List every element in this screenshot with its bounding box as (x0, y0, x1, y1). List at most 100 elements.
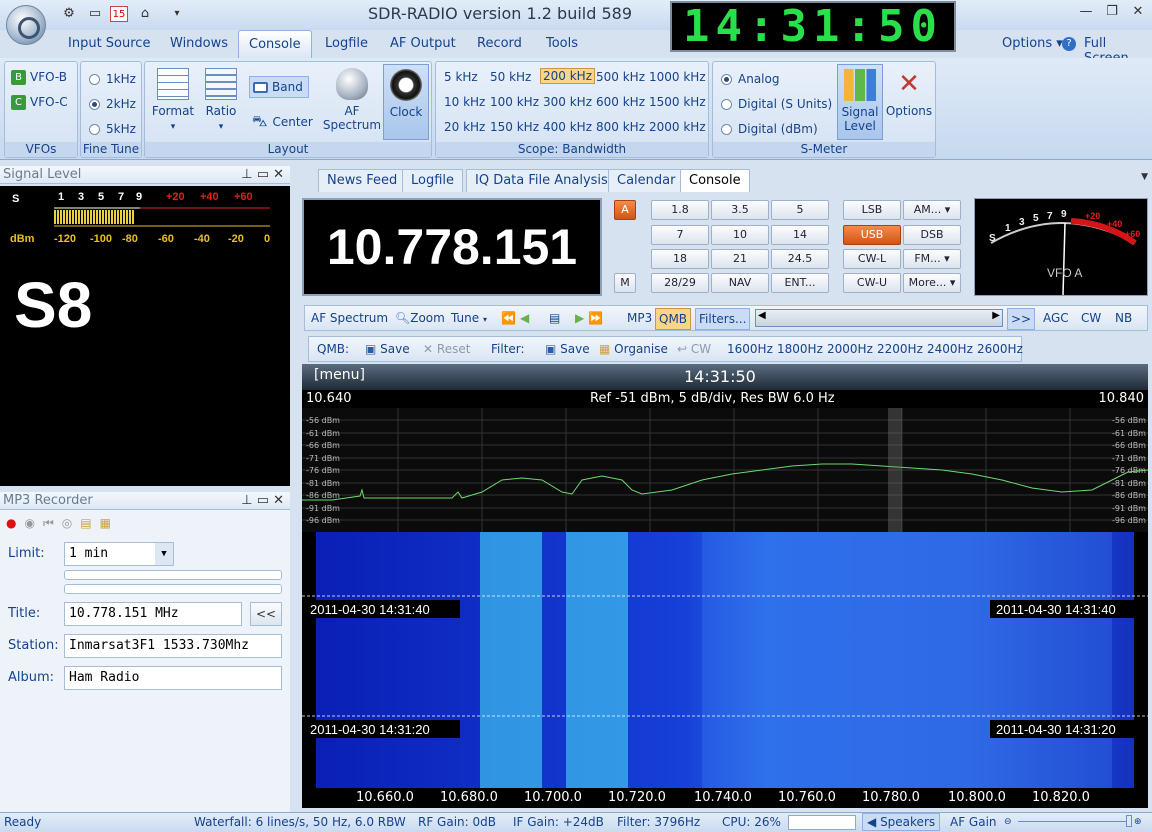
band-1-8[interactable]: 1.8 (651, 200, 709, 220)
af-gain-slider[interactable]: ⊖ ⊕ (1004, 815, 1144, 827)
filter-2400[interactable]: 2400Hz (927, 342, 973, 356)
tab-logfile[interactable]: Logfile (402, 169, 464, 192)
bw-20khz[interactable]: 20 kHz (444, 120, 485, 134)
bw-500khz[interactable]: 500 kHz (596, 70, 645, 84)
customize-toolbar-icon[interactable]: ▾ (168, 6, 186, 22)
list-icon[interactable]: ▤ (549, 311, 560, 325)
nav-forward-icons[interactable]: ▶⏩ (575, 311, 607, 325)
vfo-c-button[interactable]: C VFO-C (11, 95, 68, 110)
tab-news-feed[interactable]: News Feed (318, 169, 407, 192)
band-10[interactable]: 10 (711, 225, 769, 245)
qmb-reset-button[interactable]: ✕ Reset (423, 342, 470, 356)
bw-600khz[interactable]: 600 kHz (596, 95, 645, 109)
filters-button[interactable]: Filters... (695, 308, 751, 330)
stop-icon[interactable]: ◉ (24, 516, 42, 530)
filter-1800[interactable]: 1800Hz (777, 342, 823, 356)
menu-af-output[interactable]: AF Output (390, 36, 456, 51)
bw-10khz[interactable]: 10 kHz (444, 95, 485, 109)
record-icon[interactable]: ● (6, 516, 24, 530)
menu-tools[interactable]: Tools (546, 36, 578, 51)
help-icon[interactable]: ? (1062, 37, 1076, 51)
mode-dsb[interactable]: DSB (903, 225, 961, 245)
organise-button[interactable]: ▦ Organise (599, 342, 668, 356)
rewind-icon[interactable]: ⏮ (43, 516, 62, 530)
clock-button[interactable]: Clock (383, 64, 429, 140)
mode-fm[interactable]: FM... ▾ (903, 249, 961, 269)
calendar-icon[interactable]: 15 (110, 6, 128, 22)
bw-1000khz[interactable]: 1000 kHz (649, 70, 706, 84)
minus-icon[interactable]: ⊖ (1004, 817, 1012, 827)
bw-2000khz[interactable]: 2000 kHz (649, 120, 706, 134)
loop-icon[interactable]: ◎ (62, 516, 80, 530)
zoom-button[interactable]: 🔍︎Zoom (395, 311, 445, 325)
smeter-analog[interactable]: Analog (721, 72, 779, 86)
qmb-toggle[interactable]: QMB (655, 308, 692, 330)
nav-back-icons[interactable]: ⏪◀ (501, 311, 533, 325)
signal-level-button[interactable]: Signal Level (837, 64, 883, 140)
menu-record[interactable]: Record (477, 36, 522, 51)
bw-300khz[interactable]: 300 kHz (543, 95, 592, 109)
bw-200khz[interactable]: 200 kHz (540, 68, 595, 84)
bw-400khz[interactable]: 400 kHz (543, 120, 592, 134)
tab-iq-data[interactable]: IQ Data File Analysis (466, 169, 617, 192)
station-field[interactable]: Inmarsat3F1 1533.730Mhz (64, 634, 282, 658)
window-icon[interactable]: ▭ (86, 6, 104, 22)
nb-button[interactable]: NB (1115, 311, 1132, 325)
center-button[interactable]: ⛍ Center (252, 112, 313, 132)
tune-button[interactable]: Tune ▾ (451, 311, 487, 325)
band-18[interactable]: 18 (651, 249, 709, 269)
smeter-digital-dbm[interactable]: Digital (dBm) (721, 122, 818, 136)
bw-5khz[interactable]: 5 kHz (444, 70, 478, 84)
bw-1500khz[interactable]: 1500 kHz (649, 95, 706, 109)
slider-thumb[interactable] (1126, 815, 1132, 827)
mp3-toggle[interactable]: MP3 (627, 311, 652, 325)
minimize-button[interactable]: — (1074, 4, 1098, 22)
bw-50khz[interactable]: 50 kHz (490, 70, 531, 84)
smeter-digital-s[interactable]: Digital (S Units) (721, 97, 832, 111)
close-button[interactable]: ✕ (1126, 4, 1150, 22)
menu-logfile[interactable]: Logfile (325, 36, 368, 51)
band-21[interactable]: 21 (711, 249, 769, 269)
mode-cw-l[interactable]: CW-L (843, 249, 901, 269)
smeter-options-button[interactable]: ✕ Options (885, 68, 933, 118)
restore-button[interactable]: ❐ (1100, 4, 1124, 22)
plus-icon[interactable]: ⊕ (1134, 817, 1142, 827)
more-tools-button[interactable]: >> (1007, 308, 1036, 330)
af-spectrum-button[interactable]: AF Spectrum (321, 68, 383, 132)
bw-150khz[interactable]: 150 kHz (490, 120, 539, 134)
af-spectrum-toggle[interactable]: AF Spectrum (311, 311, 388, 325)
format-button[interactable]: Format ▾ (149, 68, 197, 132)
memory-button[interactable]: M (614, 273, 636, 293)
band-5[interactable]: 5 (771, 200, 829, 220)
band-24-5[interactable]: 24.5 (771, 249, 829, 269)
vfo-b-button[interactable]: B VFO-B (11, 70, 67, 85)
spectrum-waterfall[interactable]: [menu] 14:31:50 10.640 Ref -51 dBm, 5 dB… (302, 364, 1148, 808)
filter-2000[interactable]: 2000Hz (827, 342, 873, 356)
mode-am[interactable]: AM... ▾ (903, 200, 961, 220)
qmb-save-button[interactable]: ▣ Save (365, 342, 410, 356)
vfo-a-button[interactable]: A (614, 200, 636, 220)
band-3-5[interactable]: 3.5 (711, 200, 769, 220)
mode-usb[interactable]: USB (843, 225, 901, 245)
cw-button[interactable]: CW (1081, 311, 1101, 325)
enter-button[interactable]: ENT... (771, 273, 829, 293)
panel-controls[interactable]: ⊥ ▭ ✕ (241, 492, 284, 510)
fine-tune-5khz[interactable]: 5kHz (89, 122, 136, 136)
mode-more[interactable]: More... ▾ (903, 273, 961, 293)
bw-800khz[interactable]: 800 kHz (596, 120, 645, 134)
title-field[interactable]: 10.778.151 MHz (64, 602, 242, 626)
speakers-button[interactable]: ◀ Speakers (862, 813, 941, 831)
filter-cw-button[interactable]: ↩ CW (677, 342, 711, 356)
tab-calendar[interactable]: Calendar (608, 169, 685, 192)
settings-icon[interactable]: ▦ (100, 516, 119, 530)
filter-2600[interactable]: 2600Hz (977, 342, 1023, 356)
band-7[interactable]: 7 (651, 225, 709, 245)
ratio-button[interactable]: Ratio ▾ (199, 68, 243, 132)
scroll-left-icon[interactable]: ◀ (758, 310, 766, 321)
tabs-dropdown-icon[interactable]: ▼ (1141, 172, 1148, 182)
title-back-button[interactable]: << (250, 602, 282, 626)
band-28-29[interactable]: 28/29 (651, 273, 709, 293)
options-menu[interactable]: Options ▾ (1002, 36, 1063, 51)
scroll-right-icon[interactable]: ▶ (992, 310, 1000, 321)
home-icon[interactable]: ⌂ (136, 6, 154, 22)
